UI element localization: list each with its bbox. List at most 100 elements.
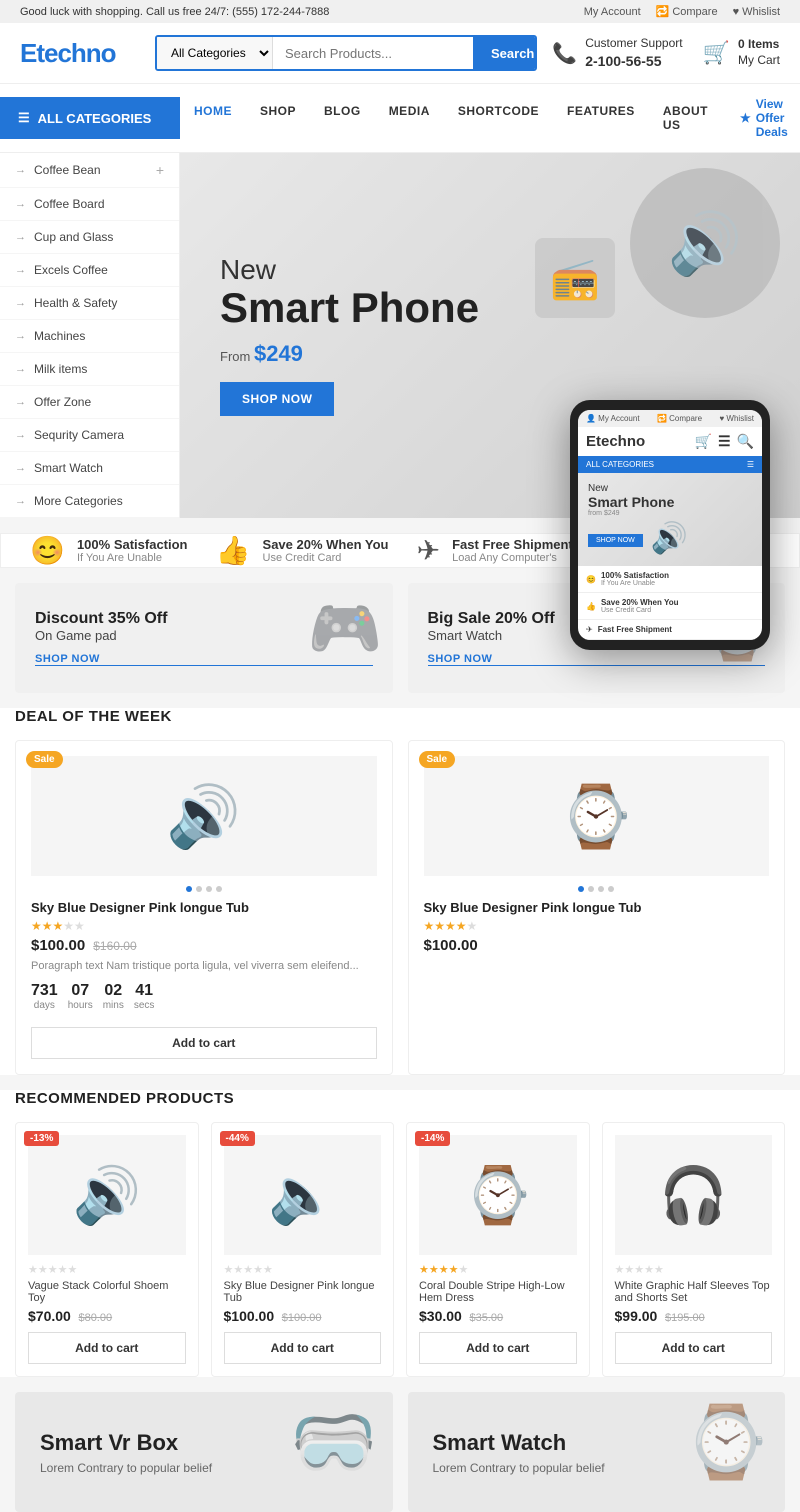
sidebar-item-watch[interactable]: →Smart Watch [0,452,179,485]
mobile-wishlist: ♥ Whislist [719,414,754,423]
bottom-banner-watch: Smart Watch Lorem Contrary to popular be… [408,1392,786,1512]
feature-shipment: ✈ Fast Free Shipment Load Any Computer's [417,534,573,567]
sidebar-item-coffee-board[interactable]: →Coffee Board [0,188,179,221]
deal-stars-2: ★★★★★ [424,919,770,933]
deal-product-image-2: ⌚ [424,756,770,876]
recommended-title: RECOMMENDED PRODUCTS [15,1090,785,1107]
search-input[interactable] [273,37,473,69]
sidebar-item-machines[interactable]: →Machines [0,320,179,353]
count-hours: 07 hours [68,982,93,1011]
cart-icon: 🛒 [703,40,730,66]
dot [186,886,192,892]
sidebar-item-milk[interactable]: →Milk items [0,353,179,386]
discount-badge-1: -13% [24,1131,59,1146]
mobile-screen: 👤 My Account 🔁 Compare ♥ Whislist Etechn… [578,410,762,640]
rec-add-to-cart-3[interactable]: Add to cart [419,1332,577,1364]
rec-card-2: -44% 🔈 ★★★★★ Sky Blue Designer Pink long… [211,1122,395,1377]
search-button[interactable]: Search [473,37,537,69]
rec-card-title-4: White Graphic Half Sleeves Top and Short… [615,1280,773,1304]
nav-about[interactable]: ABOUT US [649,91,722,145]
deal-price-row-2: $100.00 [424,937,770,954]
nav-shop[interactable]: SHOP [246,91,310,145]
rec-stars-3: ★★★★★ [419,1263,577,1276]
mobile-hero-image: 🔊 [651,521,688,556]
rec-card-1: -13% 🔊 ★★★★★ Vague Stack Colorful Shoem … [15,1122,199,1377]
top-bar: Good luck with shopping. Call us free 24… [0,0,800,23]
rec-card-title-2: Sky Blue Designer Pink longue Tub [224,1280,382,1304]
rec-add-to-cart-2[interactable]: Add to cart [224,1332,382,1364]
hero-shop-now-button[interactable]: SHOP NOW [220,382,334,416]
mobile-feature-3: ✈Fast Free Shipment [578,620,762,640]
nav-blog[interactable]: BLOG [310,91,375,145]
category-select[interactable]: All Categories [157,37,273,69]
feature-title: Fast Free Shipment [452,537,573,552]
wishlist-link[interactable]: ♥ Whislist [733,6,780,18]
arrow-icon: → [15,495,26,507]
rec-card-title-3: Coral Double Stripe High-Low Hem Dress [419,1280,577,1304]
dot [588,886,594,892]
cart-area[interactable]: 🛒 0 Items My Cart [703,37,780,68]
sidebar-item-excels[interactable]: →Excels Coffee [0,254,179,287]
sidebar-item-offer[interactable]: →Offer Zone [0,386,179,419]
count-days: 731 days [31,982,58,1011]
rec-price-2: $100.00 [224,1308,275,1324]
mobile-preview: 👤 My Account 🔁 Compare ♥ Whislist Etechn… [570,400,770,650]
rec-price-row-3: $30.00 $35.00 [419,1308,577,1324]
dot [598,886,604,892]
feature-sub: Load Any Computer's [452,552,573,564]
deal-of-week-section: DEAL OF THE WEEK Sale 🔊 Sky Blue Designe… [0,708,800,1075]
feature-sub: Use Credit Card [263,552,389,564]
rec-product-image-4: 🎧 [615,1135,773,1255]
rec-old-price-1: $80.00 [78,1312,112,1324]
hero-subtitle: New [220,255,479,286]
nav-home[interactable]: HOME [180,91,246,145]
mobile-shop-now-btn[interactable]: SHOP NOW [588,534,643,547]
rec-price-4: $99.00 [615,1308,658,1324]
arrow-icon: → [15,297,26,309]
nav-media[interactable]: MEDIA [375,91,444,145]
nav-features[interactable]: FEATURES [553,91,649,145]
rec-stars-1: ★★★★★ [28,1263,186,1276]
count-secs: 41 secs [134,982,155,1011]
rec-product-image-1: 🔊 [28,1135,186,1255]
top-bar-message: Good luck with shopping. Call us free 24… [20,6,329,18]
mobile-hero-from: from $249 [588,510,752,517]
feature-satisfaction: 😊 100% Satisfaction If You Are Unable [30,534,187,567]
arrow-icon: → [15,264,26,276]
like-icon: 👍 [216,534,251,567]
sidebar-item-health[interactable]: →Health & Safety [0,287,179,320]
mobile-categories: ALL CATEGORIES ☰ [578,456,762,473]
hero-small-product: 📻 [535,238,615,318]
all-categories-btn[interactable]: ☰ ALL CATEGORIES [0,97,180,139]
rec-add-to-cart-1[interactable]: Add to cart [28,1332,186,1364]
sale-badge: Sale [26,751,63,768]
rec-add-to-cart-4[interactable]: Add to cart [615,1332,773,1364]
logo: Etechno [20,38,140,69]
phone-icon: 📞 [552,41,577,66]
deal-stars-1: ★★★★★ [31,919,377,933]
deal-card-2: Sale ⌚ Sky Blue Designer Pink longue Tub… [408,740,786,1075]
hero-price: $249 [254,341,303,366]
sidebar-item-coffee-bean[interactable]: →Coffee Bean + [0,153,179,188]
deal-desc-1: Poragraph text Nam tristique porta ligul… [31,959,377,974]
add-to-cart-button-1[interactable]: Add to cart [31,1027,377,1059]
support-info: 📞 Customer Support 2-100-56-55 [552,36,682,70]
hero-main-product: 🔊 [630,168,780,318]
sidebar-item-cup-glass[interactable]: →Cup and Glass [0,221,179,254]
view-offers-link[interactable]: ★ View Offer Deals [722,84,800,152]
my-account-link[interactable]: My Account [584,6,641,18]
nav-shortcode[interactable]: SHORTCODE [444,91,553,145]
sidebar-item-more[interactable]: →More Categories [0,485,179,518]
cart-count: 0 Items [738,37,780,53]
deal-dots-1 [31,886,377,892]
dot [608,886,614,892]
sidebar-item-camera[interactable]: →Sequrity Camera [0,419,179,452]
rec-price-row-1: $70.00 $80.00 [28,1308,186,1324]
arrow-icon: → [15,198,26,210]
deal-card-title-2: Sky Blue Designer Pink longue Tub [424,900,770,915]
satisfaction-icon: 😊 [30,534,65,567]
cart-label: My Cart [738,53,780,69]
compare-link[interactable]: 🔁 Compare [656,5,718,18]
vr-image: 🥽 [290,1402,377,1484]
rec-product-image-2: 🔈 [224,1135,382,1255]
